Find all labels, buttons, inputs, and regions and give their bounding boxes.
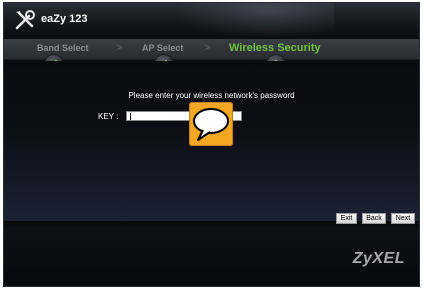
- speech-bubble-overlay: [189, 102, 233, 146]
- step-separator-arrow: >: [116, 42, 123, 54]
- back-button[interactable]: Back: [362, 213, 386, 224]
- content-area: Please enter your wireless network's pas…: [4, 61, 419, 221]
- tools-icon: [15, 10, 35, 30]
- speech-bubble-icon: [193, 108, 229, 141]
- exit-button[interactable]: Exit: [336, 213, 357, 224]
- password-prompt: Please enter your wireless network's pas…: [128, 91, 295, 100]
- key-label: KEY :: [98, 112, 119, 121]
- app-title: eaZy 123: [41, 13, 88, 25]
- title-bar: eaZy 123: [4, 3, 419, 38]
- brand-logo: ZyXEL: [352, 250, 405, 267]
- next-button[interactable]: Next: [391, 213, 415, 224]
- step-wireless-security: Wireless Security: [229, 42, 321, 54]
- step-band-select: Band Select: [37, 43, 89, 53]
- title-glare: [174, 3, 334, 38]
- footer: ZyXEL: [4, 227, 419, 286]
- step-ap-select: AP Select: [142, 43, 184, 53]
- step-separator-arrow: >: [204, 42, 211, 54]
- step-bar: Band Select > AP Select > Wireless Secur…: [4, 39, 419, 60]
- wizard-window: eaZy 123 Band Select > AP Select > Wirel…: [3, 2, 420, 287]
- text-cursor: [130, 113, 131, 120]
